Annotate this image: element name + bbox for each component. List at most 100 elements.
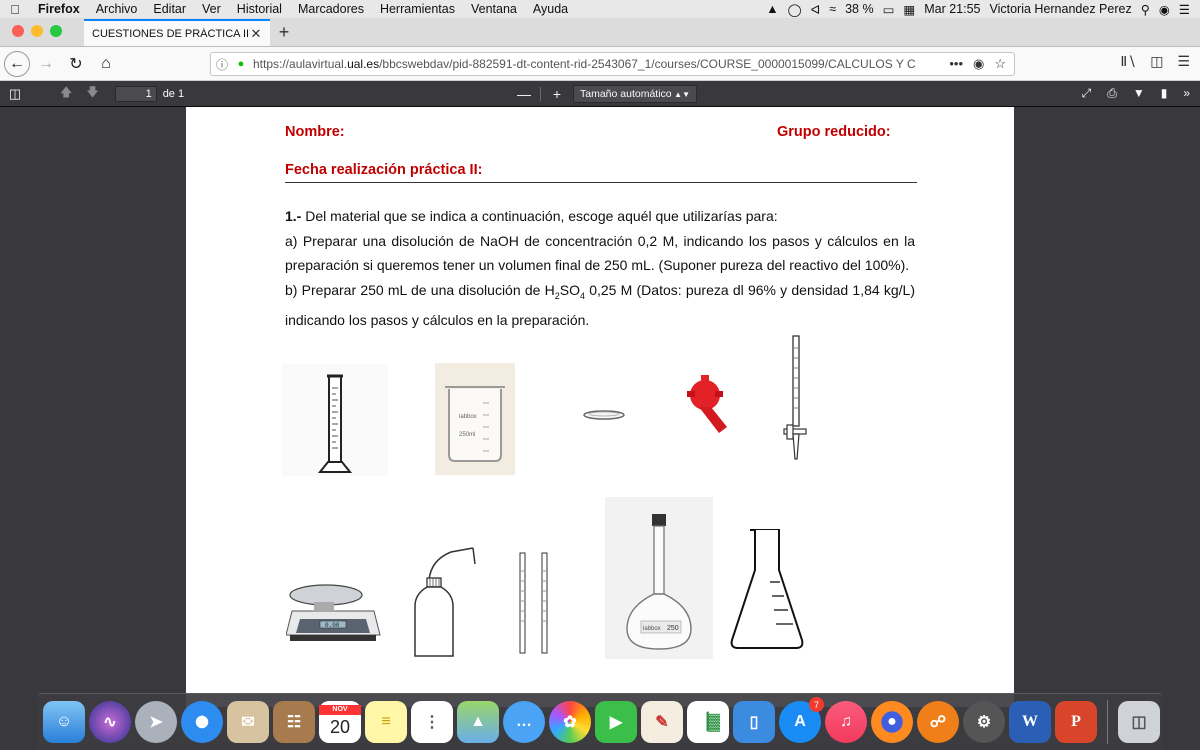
grupo-label: Grupo reducido:: [777, 124, 891, 140]
macos-dock: ☺ ∿ ➤ ✦ ✉ ☷ NOV 20 ≡ ⋮ ▲ … ✿ ▶ ✎ ▕▓ ▯ A7 …: [37, 693, 1163, 750]
hamburger-menu-icon[interactable]: ☰: [1177, 53, 1190, 70]
battery-percent[interactable]: 38 %: [845, 2, 874, 16]
pocket-icon[interactable]: ◉: [973, 56, 984, 72]
music-icon[interactable]: ♫: [825, 701, 867, 743]
photos-icon[interactable]: ✿: [549, 701, 591, 743]
calendar-menu-icon[interactable]: ▦: [903, 2, 915, 17]
menu-archivo[interactable]: Archivo: [88, 2, 146, 16]
library-icon[interactable]: Ⅱ∖: [1120, 53, 1136, 70]
messages-icon[interactable]: …: [503, 701, 545, 743]
battery-icon[interactable]: ▭: [883, 2, 895, 17]
url-domain: ual.es: [347, 57, 380, 71]
zoom-window-button[interactable]: [50, 25, 62, 37]
clock[interactable]: Mar 21:55: [924, 2, 980, 16]
sidebar-icon[interactable]: ◫: [1150, 53, 1163, 70]
cc-icon[interactable]: ◯: [788, 2, 802, 17]
books-icon[interactable]: ☍: [917, 701, 959, 743]
facetime-icon[interactable]: ▶: [595, 701, 637, 743]
app-store-icon[interactable]: A7: [779, 697, 824, 743]
url-text[interactable]: https://aulavirtual.ual.es/bbcswebdav/pi…: [253, 57, 933, 71]
calendar-icon[interactable]: NOV 20: [319, 701, 361, 743]
close-tab-icon[interactable]: ✕: [248, 26, 264, 42]
pdf-sidebar-toggle-icon[interactable]: ◫: [0, 86, 30, 102]
menu-ver[interactable]: Ver: [194, 2, 229, 16]
powerpoint-icon[interactable]: P: [1055, 701, 1097, 743]
next-page-icon[interactable]: 🡇: [86, 83, 98, 104]
question-number: 1.-: [285, 208, 302, 224]
system-preferences-icon[interactable]: ⚙: [963, 701, 1005, 743]
bookmark-star-icon[interactable]: ☆: [994, 56, 1006, 72]
reload-button[interactable]: ↻: [62, 50, 90, 78]
menu-herramientas[interactable]: Herramientas: [372, 2, 463, 16]
site-info-icon[interactable]: ⓘ: [211, 56, 233, 73]
more-tools-icon[interactable]: »: [1183, 86, 1190, 101]
wash-bottle-image: [414, 547, 476, 657]
lock-icon[interactable]: ●: [233, 58, 249, 70]
print-icon[interactable]: ⎙: [1107, 86, 1117, 101]
erlenmeyer-flask-image: [730, 529, 804, 649]
mail-stamp-icon[interactable]: ✉: [227, 701, 269, 743]
new-tab-button[interactable]: +: [270, 19, 298, 46]
part-b-text-1: b) Preparar 250 mL de una disolución de …: [285, 281, 555, 298]
finder-icon[interactable]: ☺: [43, 701, 85, 743]
address-bar[interactable]: ⓘ ● https://aulavirtual.ual.es/bbcswebda…: [210, 52, 1015, 76]
menu-historial[interactable]: Historial: [229, 2, 290, 16]
maps-icon[interactable]: ▲: [457, 701, 499, 743]
fecha-label: Fecha realización práctica II:: [285, 162, 483, 178]
flask-volume: 250: [667, 625, 679, 632]
pdf-viewer[interactable]: Nombre: Grupo reducido: Fecha realizació…: [0, 107, 1200, 750]
presentation-mode-icon[interactable]: ⤢: [1082, 86, 1092, 101]
menu-ayuda[interactable]: Ayuda: [525, 2, 576, 16]
numbers-icon[interactable]: ▕▓: [687, 701, 729, 743]
tab-active[interactable]: CUESTIONES DE PRÁCTICA II: PREP ✕: [84, 19, 270, 46]
bookmark-icon[interactable]: ▮: [1161, 86, 1168, 101]
dock-separator: [1107, 700, 1108, 744]
minimize-window-button[interactable]: [31, 25, 43, 37]
pages-icon[interactable]: ✎: [641, 701, 683, 743]
bluetooth-icon[interactable]: ᐊ: [811, 2, 821, 17]
contacts-icon[interactable]: ☷: [273, 701, 315, 743]
menu-editar[interactable]: Editar: [145, 2, 194, 16]
download-icon[interactable]: ▼: [1133, 86, 1145, 101]
page-number-input[interactable]: 1: [114, 85, 157, 102]
page-actions-icon[interactable]: •••: [949, 56, 963, 72]
spotlight-search-icon[interactable]: ⚲: [1141, 2, 1150, 17]
question-intro-text: Del material que se indica a continuació…: [301, 208, 778, 224]
binoculars-icon[interactable]: ▲: [766, 2, 778, 16]
previous-page-icon[interactable]: 🡅: [60, 83, 72, 104]
beaker-image: labbox 250ml: [435, 363, 515, 475]
reminders-icon[interactable]: ⋮: [411, 701, 453, 743]
menu-marcadores[interactable]: Marcadores: [290, 2, 372, 16]
url-path: /bbcswebdav/pid-882591-dt-content-rid-25…: [379, 57, 916, 71]
pdf-tools: ⤢ ⎙ ▼ ▮ »: [1082, 86, 1190, 101]
siri-icon[interactable]: ◉: [1159, 2, 1170, 17]
zoom-in-button[interactable]: +: [549, 86, 565, 102]
user-name[interactable]: Victoria Hernandez Perez: [989, 2, 1131, 16]
zoom-out-button[interactable]: —: [516, 86, 532, 102]
back-button[interactable]: ←: [4, 50, 30, 77]
pdf-toolbar: ◫ 🡅 🡇 1 de 1 — + Tamaño automático ▲▼ ⤢ …: [0, 81, 1200, 107]
navigation-toolbar: ← → ↻ ⌂ ⓘ ● https://aulavirtual.ual.es/b…: [0, 47, 1200, 81]
notes-icon[interactable]: ≡: [365, 701, 407, 743]
forward-button[interactable]: →: [32, 50, 60, 78]
home-button[interactable]: ⌂: [92, 50, 120, 78]
wifi-icon[interactable]: ≈: [829, 2, 836, 16]
menu-ventana[interactable]: Ventana: [463, 2, 525, 16]
zoom-label: Tamaño automático: [580, 88, 672, 100]
apple-menu-icon[interactable]: : [0, 2, 30, 17]
zoom-select[interactable]: Tamaño automático ▲▼: [573, 85, 697, 103]
watch-glass-image: [583, 410, 625, 420]
trash-icon[interactable]: ◫: [1118, 701, 1160, 743]
url-actions: ••• ◉ ☆: [949, 56, 1014, 72]
keynote-icon[interactable]: ▯: [733, 701, 775, 743]
close-window-button[interactable]: [12, 25, 24, 37]
firefox-dock-icon[interactable]: ●: [871, 701, 913, 743]
safari-icon[interactable]: ✦: [181, 701, 223, 743]
siri-dock-icon[interactable]: ∿: [89, 701, 131, 743]
word-icon[interactable]: W: [1009, 701, 1051, 743]
app-store-badge: 7: [809, 697, 824, 712]
menu-app-firefox[interactable]: Firefox: [30, 2, 88, 16]
graduated-pipettes-image: [519, 552, 548, 654]
notification-center-icon[interactable]: ☰: [1179, 2, 1190, 17]
launchpad-icon[interactable]: ➤: [135, 701, 177, 743]
